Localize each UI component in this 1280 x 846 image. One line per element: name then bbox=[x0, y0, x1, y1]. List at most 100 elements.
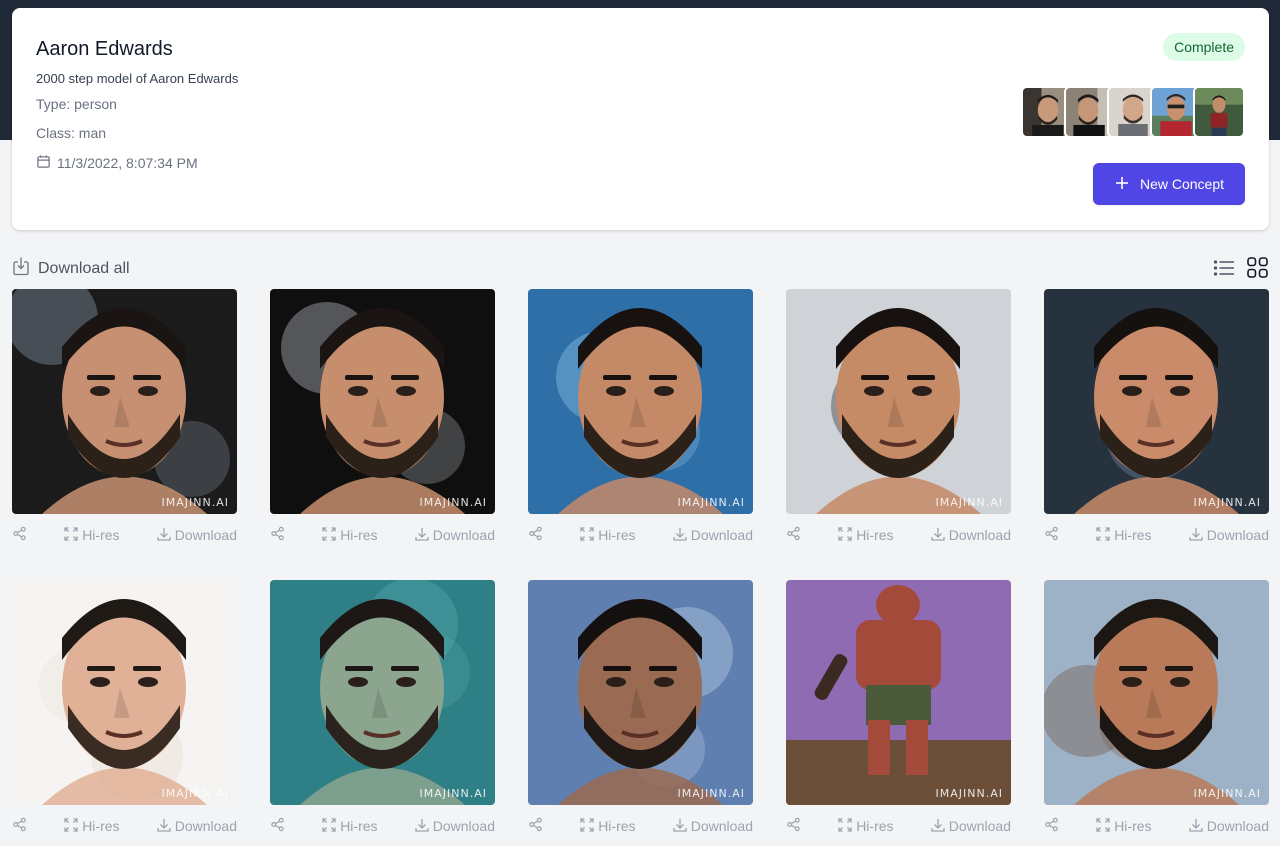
download-label: Download bbox=[174, 527, 237, 543]
tile-actions: Hi-res Download bbox=[528, 805, 753, 846]
hires-label: Hi-res bbox=[82, 527, 120, 543]
watermark-text: IMAJINN.AI bbox=[161, 787, 229, 800]
image-grid: IMAJINN.AI Hi-res Download IMAJINN.AI Hi… bbox=[12, 289, 1269, 846]
download-label: Download bbox=[1206, 527, 1269, 543]
list-view-icon[interactable] bbox=[1213, 258, 1235, 278]
download-button[interactable]: Download bbox=[157, 527, 237, 544]
hires-label: Hi-res bbox=[856, 527, 894, 543]
tile-actions: Hi-res Download bbox=[270, 805, 495, 846]
download-label: Download bbox=[948, 527, 1011, 543]
expand-icon bbox=[838, 526, 852, 544]
hires-label: Hi-res bbox=[1114, 818, 1152, 834]
tile-actions: Hi-res Download bbox=[270, 514, 495, 556]
download-label: Download bbox=[432, 818, 495, 834]
download-icon bbox=[157, 527, 171, 544]
image-tile: IMAJINN.AI Hi-res Download bbox=[528, 580, 753, 846]
calendar-icon bbox=[36, 154, 51, 172]
download-icon bbox=[931, 527, 945, 544]
download-button[interactable]: Download bbox=[157, 818, 237, 835]
download-button[interactable]: Download bbox=[415, 818, 495, 835]
new-concept-button[interactable]: New Concept bbox=[1093, 163, 1245, 205]
expand-icon bbox=[580, 526, 594, 544]
download-button[interactable]: Download bbox=[931, 527, 1011, 544]
model-card: Aaron Edwards 2000 step model of Aaron E… bbox=[12, 8, 1269, 230]
share-button[interactable] bbox=[1044, 817, 1059, 835]
hires-button[interactable]: Hi-res bbox=[1096, 817, 1152, 835]
download-button[interactable]: Download bbox=[673, 818, 753, 835]
download-button[interactable]: Download bbox=[1189, 527, 1269, 544]
download-label: Download bbox=[690, 527, 753, 543]
download-button[interactable]: Download bbox=[415, 527, 495, 544]
tile-actions: Hi-res Download bbox=[1044, 514, 1269, 556]
hires-label: Hi-res bbox=[340, 818, 378, 834]
tile-actions: Hi-res Download bbox=[786, 514, 1011, 556]
expand-icon bbox=[64, 526, 78, 544]
model-description: 2000 step model of Aaron Edwards bbox=[36, 71, 239, 86]
portrait-image bbox=[1044, 289, 1269, 514]
avatar[interactable] bbox=[1193, 86, 1245, 138]
generated-image[interactable]: IMAJINN.AI bbox=[786, 289, 1011, 514]
hires-label: Hi-res bbox=[1114, 527, 1152, 543]
generated-image[interactable]: IMAJINN.AI bbox=[528, 289, 753, 514]
portrait-image bbox=[786, 580, 1011, 805]
share-button[interactable] bbox=[786, 526, 801, 544]
share-icon bbox=[12, 817, 27, 835]
share-button[interactable] bbox=[270, 817, 285, 835]
download-icon bbox=[1189, 527, 1203, 544]
download-button[interactable]: Download bbox=[1189, 818, 1269, 835]
download-all-icon bbox=[12, 256, 30, 281]
share-button[interactable] bbox=[12, 526, 27, 544]
hires-button[interactable]: Hi-res bbox=[64, 526, 120, 544]
hires-button[interactable]: Hi-res bbox=[64, 817, 120, 835]
download-all-button[interactable]: Download all bbox=[12, 256, 130, 281]
hires-button[interactable]: Hi-res bbox=[580, 817, 636, 835]
hires-button[interactable]: Hi-res bbox=[838, 526, 894, 544]
portrait-image bbox=[12, 289, 237, 514]
portrait-image bbox=[528, 580, 753, 805]
tile-actions: Hi-res Download bbox=[12, 514, 237, 556]
watermark-text: IMAJINN.AI bbox=[935, 787, 1003, 800]
share-button[interactable] bbox=[528, 526, 543, 544]
portrait-image bbox=[786, 289, 1011, 514]
image-tile: IMAJINN.AI Hi-res Download bbox=[786, 580, 1011, 846]
share-button[interactable] bbox=[270, 526, 285, 544]
generated-image[interactable]: IMAJINN.AI bbox=[786, 580, 1011, 805]
expand-icon bbox=[580, 817, 594, 835]
grid-view-icon[interactable] bbox=[1247, 257, 1268, 278]
generated-image[interactable]: IMAJINN.AI bbox=[270, 289, 495, 514]
training-images bbox=[1021, 86, 1245, 138]
portrait-image bbox=[270, 289, 495, 514]
share-icon bbox=[1044, 526, 1059, 544]
hires-button[interactable]: Hi-res bbox=[838, 817, 894, 835]
share-button[interactable] bbox=[12, 817, 27, 835]
portrait-image bbox=[1044, 580, 1269, 805]
download-button[interactable]: Download bbox=[673, 527, 753, 544]
image-tile: IMAJINN.AI Hi-res Download bbox=[270, 580, 495, 846]
share-button[interactable] bbox=[1044, 526, 1059, 544]
image-tile: IMAJINN.AI Hi-res Download bbox=[270, 289, 495, 580]
download-label: Download bbox=[174, 818, 237, 834]
expand-icon bbox=[1096, 526, 1110, 544]
plus-icon bbox=[1114, 175, 1130, 194]
generated-image[interactable]: IMAJINN.AI bbox=[528, 580, 753, 805]
watermark-text: IMAJINN.AI bbox=[677, 787, 745, 800]
generated-image[interactable]: IMAJINN.AI bbox=[12, 580, 237, 805]
generated-image[interactable]: IMAJINN.AI bbox=[1044, 289, 1269, 514]
portrait-image bbox=[270, 580, 495, 805]
generated-image[interactable]: IMAJINN.AI bbox=[270, 580, 495, 805]
watermark-text: IMAJINN.AI bbox=[1193, 787, 1261, 800]
model-type: Type: person bbox=[36, 96, 117, 112]
hires-button[interactable]: Hi-res bbox=[1096, 526, 1152, 544]
image-tile: IMAJINN.AI Hi-res Download bbox=[1044, 580, 1269, 846]
download-label: Download bbox=[1206, 818, 1269, 834]
generated-image[interactable]: IMAJINN.AI bbox=[1044, 580, 1269, 805]
generated-image[interactable]: IMAJINN.AI bbox=[12, 289, 237, 514]
hires-button[interactable]: Hi-res bbox=[322, 817, 378, 835]
image-tile: IMAJINN.AI Hi-res Download bbox=[786, 289, 1011, 580]
share-button[interactable] bbox=[786, 817, 801, 835]
watermark-text: IMAJINN.AI bbox=[1193, 496, 1261, 509]
hires-button[interactable]: Hi-res bbox=[322, 526, 378, 544]
hires-button[interactable]: Hi-res bbox=[580, 526, 636, 544]
share-button[interactable] bbox=[528, 817, 543, 835]
download-button[interactable]: Download bbox=[931, 818, 1011, 835]
